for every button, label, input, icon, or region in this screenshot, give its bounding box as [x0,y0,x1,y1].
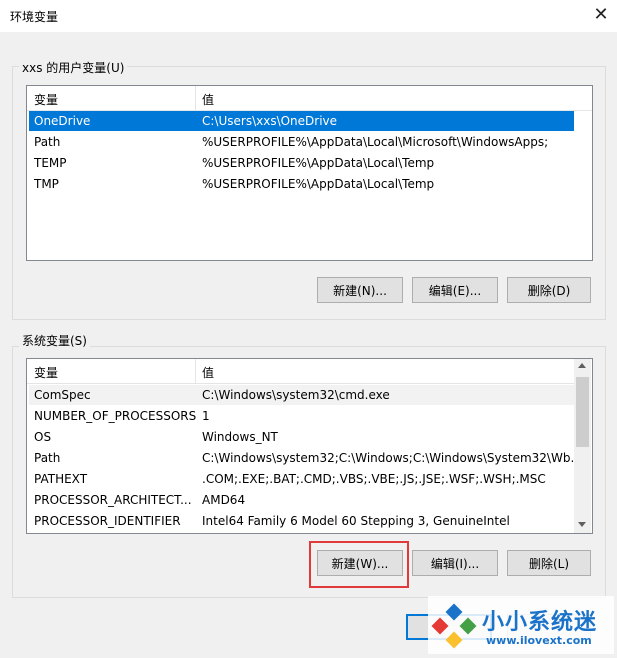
system-new-button[interactable]: 新建(W)... [317,550,403,576]
table-row[interactable]: Path %USERPROFILE%\AppData\Local\Microso… [29,132,574,152]
var-value: C:\Users\xxs\OneDrive [202,114,338,128]
var-name: ComSpec [34,388,91,402]
var-name: OneDrive [34,114,91,128]
column-header-variable[interactable]: 变量 [34,91,58,108]
column-header-variable[interactable]: 变量 [34,364,58,381]
var-value: %USERPROFILE%\AppData\Local\Temp [202,156,435,170]
var-name: NUMBER_OF_PROCESSORS [34,409,197,423]
table-row[interactable]: PATHEXT .COM;.EXE;.BAT;.CMD;.VBS;.VBE;.J… [29,469,574,489]
table-row[interactable]: NUMBER_OF_PROCESSORS 1 [29,406,574,426]
var-value: Intel64 Family 6 Model 60 Stepping 3, Ge… [202,514,510,528]
var-value: C:\Windows\system32;C:\Windows;C:\Window… [202,451,574,465]
var-value: AMD64 [202,493,246,507]
close-icon[interactable]: ✕ [590,4,612,26]
watermark-logo: 小小系统迷 www.ilovext.com [428,596,614,654]
scrollbar-thumb[interactable] [576,377,589,447]
system-edit-button[interactable]: 编辑(I)... [412,550,498,576]
user-vars-list[interactable]: 变量 值 OneDrive C:\Users\xxs\OneDrive Path… [26,85,593,261]
var-name: PATHEXT [34,472,88,486]
table-row[interactable]: TMP %USERPROFILE%\AppData\Local\Temp [29,174,574,194]
brand-logo-icon [431,603,477,649]
table-row[interactable]: Path C:\Windows\system32;C:\Windows;C:\W… [29,448,574,468]
var-value: C:\Windows\system32\cmd.exe [202,388,390,402]
system-vars-label: 系统变量(S) [19,332,90,349]
system-vars-list[interactable]: 变量 值 ComSpec C:\Windows\system32\cmd.exe… [26,358,593,534]
var-value: Windows_NT [202,430,278,444]
title-bar: 环境变量 ✕ [0,0,617,32]
var-name: PROCESSOR_ARCHITECT... [34,493,192,507]
user-delete-button[interactable]: 删除(D) [507,277,591,303]
system-delete-button[interactable]: 删除(L) [507,550,591,576]
var-value: %USERPROFILE%\AppData\Local\Temp [202,177,435,191]
var-name: PROCESSOR_IDENTIFIER [34,514,181,528]
table-row[interactable]: PROCESSOR_ARCHITECT... AMD64 [29,490,574,510]
var-name: TEMP [34,156,67,170]
var-value: %USERPROFILE%\AppData\Local\Microsoft\Wi… [202,135,549,149]
table-row[interactable]: PROCESSOR_IDENTIFIER Intel64 Family 6 Mo… [29,511,574,531]
scroll-up-icon[interactable] [578,363,586,368]
table-row[interactable]: ComSpec C:\Windows\system32\cmd.exe [29,385,574,405]
var-value: .COM;.EXE;.BAT;.CMD;.VBS;.VBE;.JS;.JSE;.… [202,472,546,486]
scroll-down-icon[interactable] [578,522,586,527]
var-value: 1 [202,409,210,423]
user-new-button[interactable]: 新建(N)... [317,277,403,303]
user-vars-header: 变量 值 [27,86,592,111]
user-vars-label: xxs 的用户变量(U) [19,59,128,76]
watermark-url: www.ilovext.com [486,634,592,647]
table-row[interactable]: OS Windows_NT [29,427,574,447]
var-name: TMP [34,177,59,191]
var-name: Path [34,451,61,465]
vertical-scrollbar[interactable] [574,359,591,533]
column-header-value[interactable]: 值 [202,91,214,108]
user-edit-button[interactable]: 编辑(E)... [412,277,498,303]
watermark-brand: 小小系统迷 [482,610,598,635]
table-row[interactable]: OneDrive C:\Users\xxs\OneDrive [29,111,574,131]
column-header-value[interactable]: 值 [202,364,214,381]
table-row[interactable]: TEMP %USERPROFILE%\AppData\Local\Temp [29,153,574,173]
var-name: OS [34,430,52,444]
var-name: Path [34,135,61,149]
system-vars-header: 变量 值 [27,359,574,384]
window-title: 环境变量 [10,10,59,24]
